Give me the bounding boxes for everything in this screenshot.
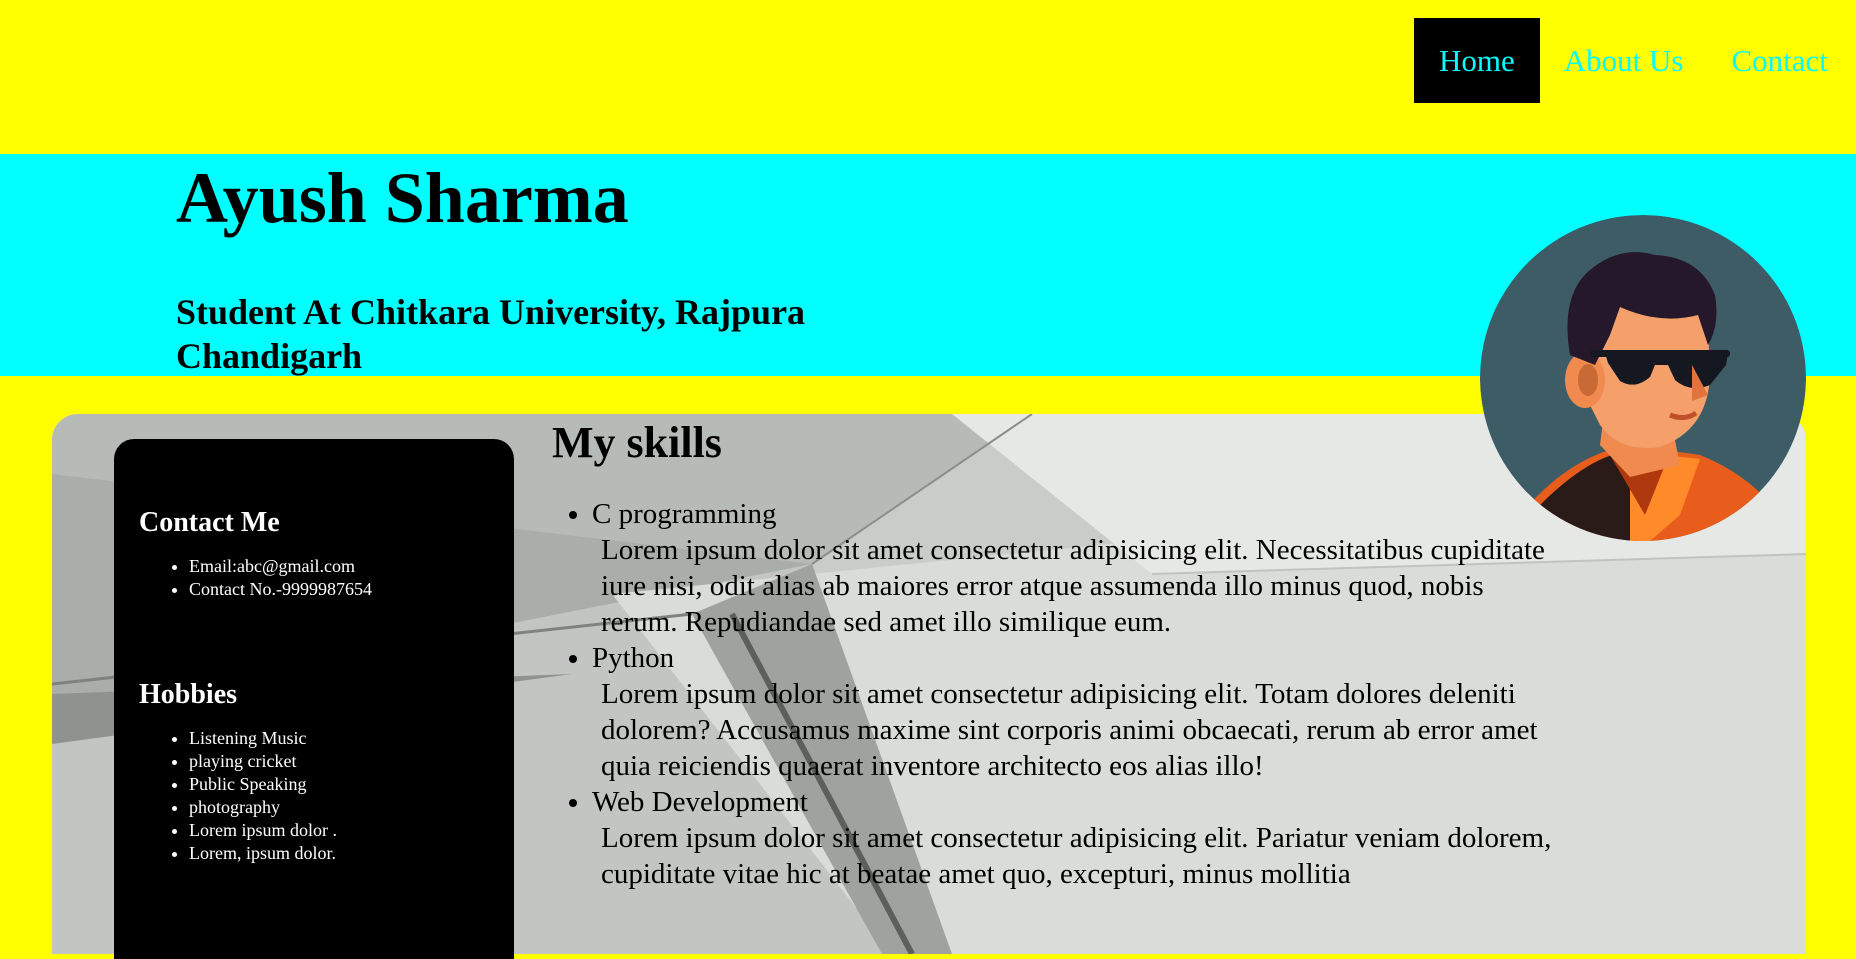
profile-name: Ayush Sharma [176, 158, 629, 238]
skill-description: Lorem ipsum dolor sit amet consectetur a… [601, 534, 1545, 638]
skill-description: Lorem ipsum dolor sit amet consectetur a… [601, 678, 1538, 782]
hobbies-list: Listening Music playing cricket Public S… [139, 727, 514, 865]
hobbies-heading: Hobbies [139, 679, 238, 710]
contact-list: Email:abc@gmail.com Contact No.-99999876… [139, 555, 514, 601]
skills-list: C programming Lorem ipsum dolor sit amet… [552, 496, 1552, 892]
sidebar: Contact Me Email:abc@gmail.com Contact N… [114, 439, 514, 959]
contact-email: Email:abc@gmail.com [189, 555, 514, 578]
skill-title: Web Development [592, 786, 808, 818]
top-navbar: Home About Us Contact [0, 0, 1856, 154]
skill-item: Web Development Lorem ipsum dolor sit am… [592, 784, 1552, 892]
avatar [1480, 215, 1806, 541]
nav-links: Home About Us Contact [1414, 18, 1852, 103]
skill-item: C programming Lorem ipsum dolor sit amet… [592, 496, 1552, 640]
hobby-item: playing cricket [189, 750, 514, 773]
skill-title: Python [592, 642, 675, 674]
nav-home-link[interactable]: Home [1414, 18, 1540, 103]
hobby-item: photography [189, 796, 514, 819]
skills-heading: My skills [552, 418, 722, 467]
skill-item: Python Lorem ipsum dolor sit amet consec… [592, 640, 1552, 784]
skills-section: My skills C programming Lorem ipsum dolo… [552, 412, 1552, 892]
hobby-item: Listening Music [189, 727, 514, 750]
hobby-item: Lorem, ipsum dolor. [189, 842, 514, 865]
contact-heading: Contact Me [139, 507, 280, 538]
skill-title: C programming [592, 498, 777, 530]
nav-contact-link[interactable]: Contact [1707, 18, 1851, 103]
hobby-item: Lorem ipsum dolor . [189, 819, 514, 842]
skill-description: Lorem ipsum dolor sit amet consectetur a… [601, 822, 1552, 890]
nav-about-link[interactable]: About Us [1540, 18, 1708, 103]
profile-subtitle: Student At Chitkara University, Rajpura … [176, 292, 806, 376]
hobby-item: Public Speaking [189, 773, 514, 796]
avatar-illustration [1480, 215, 1806, 541]
contact-phone: Contact No.-9999987654 [189, 578, 514, 601]
